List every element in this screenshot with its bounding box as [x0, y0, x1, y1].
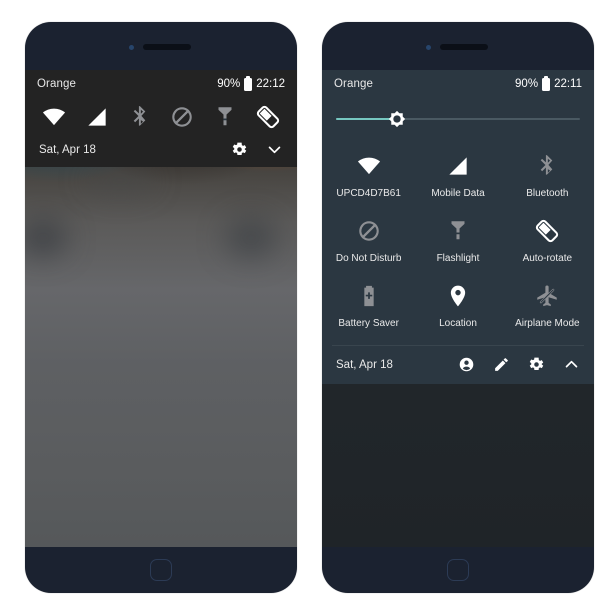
chevron-down-icon[interactable]: [266, 141, 283, 158]
clock-label: 22:12: [256, 78, 285, 90]
tile-mobile-data[interactable]: Mobile Data: [413, 144, 502, 207]
do-not-disturb-icon: [356, 218, 382, 244]
wifi-icon[interactable]: [41, 104, 67, 130]
phone-left: Orange 90% 22:12 Sat, Apr 18: [25, 22, 297, 593]
phone-bottom-bezel: [322, 547, 594, 593]
tile-label: Auto-rotate: [522, 253, 573, 264]
quick-icon-row: [25, 98, 297, 138]
tile-wifi[interactable]: UPCD4D7B61: [324, 144, 413, 207]
earpiece-speaker: [440, 44, 488, 50]
carrier-label: Orange: [334, 78, 373, 90]
phone-bottom-bezel: [25, 547, 297, 593]
tile-label: Flashlight: [436, 253, 480, 264]
tile-airplane-mode[interactable]: Airplane Mode: [503, 274, 592, 337]
tile-flashlight[interactable]: Flashlight: [413, 209, 502, 272]
signal-icon[interactable]: [84, 104, 110, 130]
flashlight-icon[interactable]: [212, 104, 238, 130]
location-pin-icon: [445, 283, 471, 309]
status-bar-right-group: 90% 22:11: [515, 75, 582, 91]
tile-location[interactable]: Location: [413, 274, 502, 337]
quick-settings-panel-collapsed: Orange 90% 22:12 Sat, Apr 18: [25, 70, 297, 167]
edit-pencil-icon[interactable]: [493, 356, 510, 373]
do-not-disturb-icon[interactable]: [169, 104, 195, 130]
battery-icon: [542, 75, 551, 91]
chevron-up-icon[interactable]: [563, 356, 580, 373]
tile-battery-saver[interactable]: Battery Saver: [324, 274, 413, 337]
footer-action-group: [458, 356, 580, 373]
signal-icon: [445, 153, 471, 179]
battery-icon: [244, 75, 253, 91]
brightness-slider[interactable]: [336, 102, 580, 136]
quick-settings-panel-expanded: Orange 90% 22:11 UPCD4D7B61 Mobile Data …: [322, 70, 594, 384]
gear-icon[interactable]: [528, 356, 545, 373]
status-bar-right: Orange 90% 22:11: [322, 70, 594, 98]
footer-action-group: [231, 141, 283, 158]
tile-label: UPCD4D7B61: [336, 188, 401, 199]
auto-rotate-icon[interactable]: [255, 104, 281, 130]
tile-label: Mobile Data: [431, 188, 485, 199]
home-button[interactable]: [150, 559, 172, 581]
auto-rotate-icon: [534, 218, 560, 244]
date-label: Sat, Apr 18: [336, 358, 393, 371]
bluetooth-icon: [534, 153, 560, 179]
phone-left-screen: Orange 90% 22:12 Sat, Apr 18: [25, 70, 297, 547]
gear-icon[interactable]: [231, 141, 248, 158]
carrier-label: Orange: [37, 78, 76, 90]
tile-do-not-disturb[interactable]: Do Not Disturb: [324, 209, 413, 272]
screenshot-root: Orange 90% 22:12 Sat, Apr 18 Orange 90% …: [0, 0, 615, 615]
tile-label: Battery Saver: [338, 318, 399, 329]
airplane-mode-icon: [534, 283, 560, 309]
brightness-sun-icon[interactable]: [384, 106, 410, 132]
phone-top-bezel: [25, 22, 297, 70]
wifi-icon: [356, 153, 382, 179]
front-camera-icon: [426, 45, 431, 50]
flashlight-icon: [445, 218, 471, 244]
phone-right: Orange 90% 22:11 UPCD4D7B61 Mobile Data …: [322, 22, 594, 593]
phone-right-screen: Orange 90% 22:11 UPCD4D7B61 Mobile Data …: [322, 70, 594, 547]
quick-settings-tile-grid: UPCD4D7B61 Mobile Data Bluetooth Do Not …: [322, 138, 594, 339]
front-camera-icon: [129, 45, 134, 50]
home-button[interactable]: [447, 559, 469, 581]
status-bar-right-group: 90% 22:12: [217, 75, 285, 91]
tile-bluetooth[interactable]: Bluetooth: [503, 144, 592, 207]
tile-label: Airplane Mode: [515, 318, 580, 329]
shade-footer-left: Sat, Apr 18: [25, 138, 297, 167]
tile-label: Bluetooth: [526, 188, 569, 199]
tile-auto-rotate[interactable]: Auto-rotate: [503, 209, 592, 272]
battery-percent-label: 90%: [515, 78, 539, 90]
clock-label: 22:11: [554, 78, 582, 90]
phone-top-bezel: [322, 22, 594, 70]
tile-label: Location: [439, 318, 477, 329]
battery-percent-label: 90%: [217, 78, 241, 90]
bluetooth-icon[interactable]: [127, 104, 153, 130]
tile-label: Do Not Disturb: [335, 253, 402, 264]
user-account-icon[interactable]: [458, 356, 475, 373]
status-bar-left: Orange 90% 22:12: [25, 70, 297, 98]
shade-footer-right: Sat, Apr 18: [322, 346, 594, 384]
battery-saver-icon: [356, 283, 382, 309]
date-label: Sat, Apr 18: [39, 143, 96, 156]
earpiece-speaker: [143, 44, 191, 50]
